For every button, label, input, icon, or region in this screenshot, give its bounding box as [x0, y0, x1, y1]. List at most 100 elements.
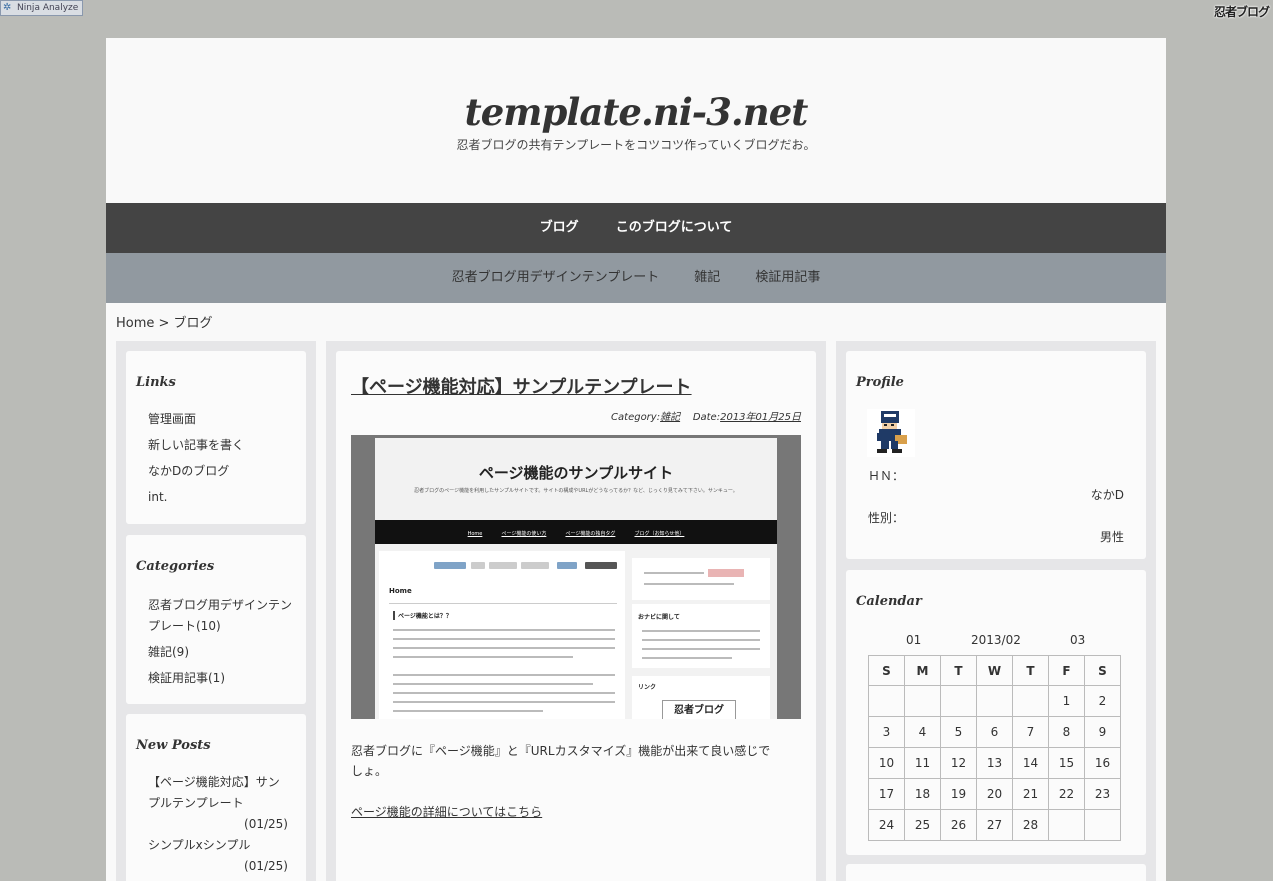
- calendar-day: 24: [868, 809, 905, 841]
- calendar-title: Calendar: [856, 594, 922, 609]
- thumbnail-nav-item: ページ機能の使い方: [501, 531, 547, 537]
- calendar-day: 25: [904, 809, 941, 841]
- thumbnail-text-line: [642, 639, 760, 641]
- calendar-day: 9: [1084, 716, 1121, 748]
- calendar-next-link[interactable]: 03: [1070, 633, 1085, 647]
- thumbnail-share-button: [471, 562, 485, 569]
- category-item[interactable]: 雑記(9): [148, 642, 293, 663]
- link-new-post[interactable]: 新しい記事を書く: [148, 435, 244, 456]
- ninja-analyze-badge[interactable]: ✲ Ninja Analyze: [0, 0, 84, 16]
- category-item[interactable]: 忍者ブログ用デザインテンプレート(10): [148, 595, 293, 637]
- calendar-day: 12: [940, 747, 977, 779]
- thumbnail-text-line: [644, 583, 734, 585]
- calendar-week: 10 11 12 13 14 15 16: [868, 747, 1121, 779]
- thumbnail-side-heading: おナビに関して: [638, 614, 680, 621]
- calendar-day: 1: [1048, 685, 1085, 717]
- thumbnail-logo: 忍者ブログ: [662, 700, 736, 719]
- calendar-day: 15: [1048, 747, 1085, 779]
- post-date-link[interactable]: 2013年01月25日: [720, 412, 801, 423]
- nav-item-templates[interactable]: 忍者ブログ用デザインテンプレート: [452, 253, 660, 303]
- thumbnail-nav-item: ブログ（お知らせ他）: [634, 531, 685, 537]
- calendar-day: 23: [1084, 778, 1121, 810]
- calendar-day: 22: [1048, 778, 1085, 810]
- breadcrumb[interactable]: Home > ブログ: [116, 312, 213, 331]
- new-posts-title: New Posts: [136, 738, 211, 753]
- calendar-week: 1 2: [868, 685, 1121, 717]
- new-post-date: (01/25): [244, 817, 288, 831]
- profile-title: Profile: [856, 375, 904, 390]
- site-title[interactable]: template.ni-3.net: [106, 38, 1166, 136]
- thumbnail-side-heading: リンク: [638, 684, 657, 691]
- list-item: 【ページ機能対応】サンプルテンプレート (01/25): [148, 772, 288, 835]
- left-sidebar: Links 管理画面 新しい記事を書く なかDのブログ int. Categor…: [116, 341, 316, 881]
- calendar-week: 24 25 26 27 28: [868, 809, 1121, 841]
- calendar-day: 21: [1012, 778, 1049, 810]
- nav-item-about[interactable]: このブログについて: [616, 203, 733, 253]
- ninja-analyze-icon: ✲: [3, 2, 12, 13]
- hn-label: ＨＮ：: [868, 469, 905, 483]
- main-column: 【ページ機能対応】サンプルテンプレート Category:雑記 Date:201…: [326, 341, 826, 881]
- calendar-day: [940, 685, 977, 717]
- link-admin[interactable]: 管理画面: [148, 409, 244, 430]
- thumbnail-rule: [389, 603, 617, 604]
- thumbnail-text-line: [642, 657, 732, 659]
- calendar-day: 5: [940, 716, 977, 748]
- calendar-day: 7: [1012, 716, 1049, 748]
- categories-title: Categories: [136, 559, 215, 574]
- new-post-date: (01/25): [244, 859, 288, 873]
- calendar-day: 11: [904, 747, 941, 779]
- calendar-day: 19: [940, 778, 977, 810]
- thumbnail-title: ページ機能のサンプルサイト: [478, 464, 674, 482]
- link-int[interactable]: int.: [148, 487, 244, 508]
- thumbnail-share-button: [585, 562, 617, 569]
- gender-label: 性別：: [868, 511, 905, 525]
- categories-widget: Categories 忍者ブログ用デザインテンプレート(10) 雑記(9) 検証…: [126, 535, 306, 704]
- new-post-link[interactable]: シンプルxシンプル: [148, 838, 250, 852]
- category-item[interactable]: 検証用記事(1): [148, 668, 293, 689]
- calendar-day: 18: [904, 778, 941, 810]
- calendar-day: 2: [1084, 685, 1121, 717]
- calendar-day: 8: [1048, 716, 1085, 748]
- gender-value: 男性: [1099, 530, 1124, 544]
- thumbnail-highlight: [708, 569, 744, 577]
- post-thumbnail: ページ機能のサンプルサイト 忍者ブログのページ機能を利用したサンプルサイトです。…: [351, 435, 801, 719]
- thumbnail-text-line: [393, 629, 615, 631]
- calendar-day: [868, 685, 905, 717]
- calendar-day: 13: [976, 747, 1013, 779]
- nav-item-blog[interactable]: ブログ: [540, 203, 579, 253]
- post-detail-link[interactable]: ページ機能の詳細についてはこちら: [351, 803, 542, 820]
- new-post-link[interactable]: 【ページ機能対応】サンプルテンプレート: [148, 775, 280, 810]
- post-category-link[interactable]: 雑記: [660, 412, 680, 423]
- post-article: 【ページ機能対応】サンプルテンプレート Category:雑記 Date:201…: [336, 351, 816, 881]
- weekday-header: W: [976, 655, 1013, 686]
- calendar-day: [904, 685, 941, 717]
- weekday-header: S: [868, 655, 905, 686]
- hn-value: なかD: [1090, 488, 1124, 502]
- profile-widget: Profile ＨＮ： なかD 性別： 男性: [846, 351, 1146, 559]
- thumbnail-share-button: [489, 562, 517, 569]
- calendar-day: 20: [976, 778, 1013, 810]
- calendar-day: [1012, 685, 1049, 717]
- calendar-table: S M T W T F S 1 2 3 4 5 6 7 8 9 10 11 12…: [868, 655, 1121, 841]
- new-posts-list: 【ページ機能対応】サンプルテンプレート (01/25) シンプルxシンプル (0…: [148, 772, 288, 877]
- link-nakad-blog[interactable]: なかDのブログ: [148, 461, 244, 482]
- thumbnail-nav-item: ページ機能の独自タグ: [565, 531, 616, 537]
- categories-list: 忍者ブログ用デザインテンプレート(10) 雑記(9) 検証用記事(1): [148, 595, 293, 694]
- nav-item-misc[interactable]: 雑記: [694, 253, 720, 303]
- thumbnail-text-line: [393, 647, 615, 649]
- thumbnail-share-button: [557, 562, 577, 569]
- weekday-header: M: [904, 655, 941, 686]
- nav-item-test[interactable]: 検証用記事: [755, 253, 820, 303]
- thumbnail-side-box: おナビに関して: [632, 604, 770, 668]
- calendar-day: 16: [1084, 747, 1121, 779]
- calendar-day: 17: [868, 778, 905, 810]
- ninja-blog-logo[interactable]: 忍者ブログ: [1214, 3, 1270, 20]
- thumbnail-text-line: [393, 638, 615, 640]
- thumbnail-text-line: [642, 630, 760, 632]
- post-title[interactable]: 【ページ機能対応】サンプルテンプレート: [351, 373, 692, 399]
- thumbnail-nav: Home ページ機能の使い方 ページ機能の独自タグ ブログ（お知らせ他）: [375, 520, 777, 544]
- calendar-prev-link[interactable]: 01: [906, 633, 921, 647]
- calendar-week: 3 4 5 6 7 8 9: [868, 716, 1121, 748]
- weekday-header: F: [1048, 655, 1085, 686]
- site-description: 忍者ブログの共有テンプレートをコツコツ作っていくブログだお。: [456, 138, 816, 152]
